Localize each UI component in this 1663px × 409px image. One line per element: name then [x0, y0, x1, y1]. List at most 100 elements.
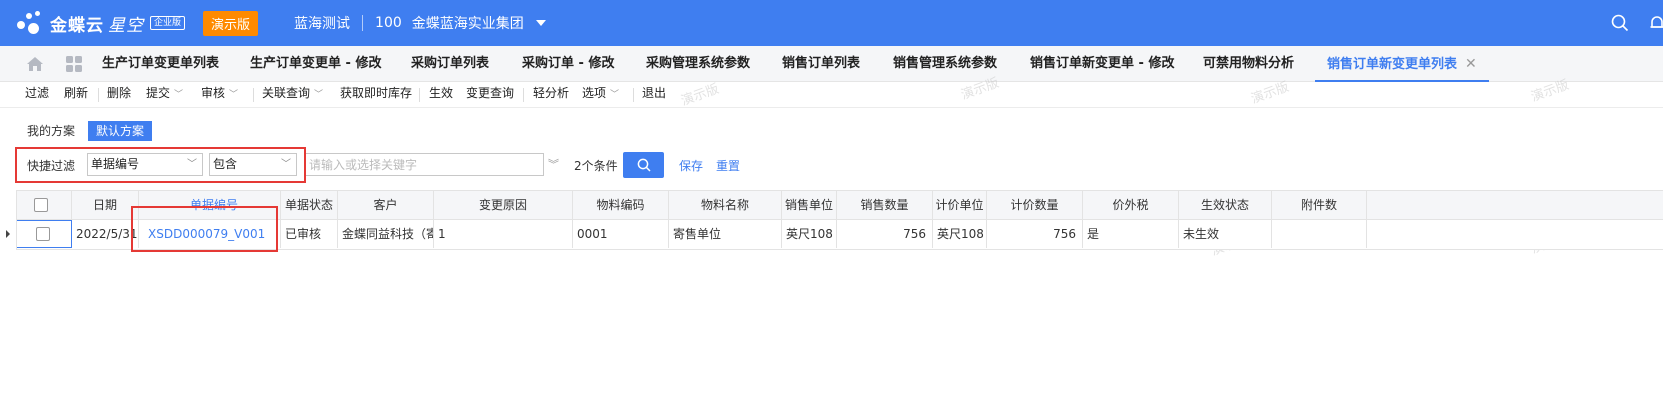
submit-button[interactable]: 提交 ﹀: [146, 82, 183, 108]
table-row[interactable]: 2022/5/31 XSDD000079_V001 已审核 金蝶同益科技（寄 1…: [16, 220, 1663, 250]
cell-sale-qty: 756: [837, 220, 933, 248]
toolbar-divider: [98, 88, 99, 102]
header-customer[interactable]: 客户: [338, 191, 434, 219]
cell-tax-excl: 是: [1083, 220, 1179, 248]
brand-logo: 金蝶云 星空 企业版: [14, 8, 186, 38]
submit-dropdown-icon[interactable]: ﹀: [174, 90, 183, 100]
keyword-input[interactable]: [304, 153, 544, 176]
reset-button[interactable]: 重置: [716, 157, 740, 174]
tab-so-change-list[interactable]: 销售订单新变更单列表 ✕: [1315, 46, 1489, 82]
cell-price-unit: 英尺108: [933, 220, 987, 248]
apps-grid-icon[interactable]: [66, 56, 82, 72]
tab-bar: 生产订单变更单列表 生产订单变更单 - 修改 采购订单列表 采购订单 - 修改 …: [0, 46, 1663, 82]
grid-left-border: [16, 190, 17, 250]
filter-operator-select[interactable]: 包含 ﹀: [209, 153, 297, 176]
light-analysis-button[interactable]: 轻分析: [533, 82, 569, 108]
brand-name: 金蝶云 星空: [50, 15, 144, 36]
cell-customer: 金蝶同益科技（寄: [338, 220, 434, 248]
options-button[interactable]: 选项 ﹀: [582, 82, 619, 108]
expand-conditions-icon[interactable]: ︾: [548, 156, 559, 172]
kingdee-logo-icon: [14, 8, 44, 38]
related-query-dropdown-icon[interactable]: ﹀: [314, 90, 323, 100]
tab-po-list[interactable]: 采购订单列表: [411, 46, 489, 82]
options-label: 选项: [582, 86, 607, 100]
filter-field-select[interactable]: 单据编号 ﹀: [87, 153, 203, 176]
change-query-button[interactable]: 变更查询: [466, 82, 514, 108]
global-search-icon[interactable]: [1611, 14, 1629, 32]
tab-so-list[interactable]: 销售订单列表: [782, 46, 860, 82]
delete-button[interactable]: 删除: [107, 82, 131, 108]
org-name[interactable]: 蓝海测试: [294, 13, 350, 33]
org-separator: [362, 15, 364, 31]
org-group-name[interactable]: 金蝶蓝海实业集团: [412, 13, 524, 33]
my-scheme-tab[interactable]: 我的方案: [27, 121, 75, 141]
condition-count[interactable]: 2个条件: [574, 157, 618, 174]
quick-filter-label: 快捷过滤: [27, 159, 76, 173]
toolbar-divider: [253, 88, 254, 102]
cell-price-qty: 756: [987, 220, 1083, 248]
related-query-label: 关联查询: [262, 86, 311, 100]
header-price-qty[interactable]: 计价数量: [987, 191, 1083, 219]
chevron-down-icon: ﹀: [187, 159, 197, 170]
related-query-button[interactable]: 关联查询 ﹀: [262, 82, 323, 108]
cell-bill-no[interactable]: XSDD000079_V001: [139, 220, 281, 248]
search-button[interactable]: [623, 152, 664, 178]
tab-purchase-params[interactable]: 采购管理系统参数: [646, 46, 750, 82]
header-material-code[interactable]: 物料编码: [573, 191, 669, 219]
filter-field-value: 单据编号: [91, 157, 140, 171]
action-toolbar: 过滤 刷新 删除 提交 ﹀ 审核 ﹀ 关联查询 ﹀ 获取即时库存 生效 变更查询 轻分…: [0, 82, 1663, 108]
header-price-unit[interactable]: 计价单位: [933, 191, 987, 219]
filter-button[interactable]: 过滤: [25, 82, 49, 108]
header-effect-status[interactable]: 生效状态: [1179, 191, 1272, 219]
header-bill-no[interactable]: 单据编号: [139, 191, 281, 219]
header-tax-excl[interactable]: 价外税: [1083, 191, 1179, 219]
close-tab-icon[interactable]: ✕: [1465, 56, 1477, 72]
toolbar-divider: [523, 88, 524, 102]
audit-button[interactable]: 审核 ﹀: [201, 82, 238, 108]
toolbar-divider: [633, 88, 634, 102]
cell-date: 2022/5/31: [72, 220, 139, 248]
save-scheme-button[interactable]: 保存: [679, 157, 703, 174]
notification-icon[interactable]: [1648, 14, 1663, 32]
cell-reason: 1: [434, 220, 573, 248]
audit-dropdown-icon[interactable]: ﹀: [229, 90, 238, 100]
header-status[interactable]: 单据状态: [281, 191, 338, 219]
header-reason[interactable]: 变更原因: [434, 191, 573, 219]
header-select-all[interactable]: [16, 191, 72, 219]
tab-sales-params[interactable]: 销售管理系统参数: [893, 46, 997, 82]
row-checkbox[interactable]: [36, 227, 50, 241]
tab-po-edit[interactable]: 采购订单 - 修改: [522, 46, 614, 82]
org-dropdown-icon[interactable]: [535, 20, 546, 26]
cell-effect-status: 未生效: [1179, 220, 1272, 248]
cell-sale-unit: 英尺108: [782, 220, 837, 248]
toolbar-divider: [419, 88, 420, 102]
tab-mo-change-edit[interactable]: 生产订单变更单 - 修改: [250, 46, 381, 82]
header-date[interactable]: 日期: [72, 191, 139, 219]
cell-status: 已审核: [281, 220, 338, 248]
tab-mo-change-list[interactable]: 生产订单变更单列表: [102, 46, 219, 82]
effect-button[interactable]: 生效: [429, 82, 453, 108]
tab-disable-material-analysis[interactable]: 可禁用物料分析: [1203, 46, 1294, 82]
grid-header: 日期 单据编号 单据状态 客户 变更原因 物料编码 物料名称 销售单位 销售数量…: [16, 190, 1663, 220]
top-bar: 金蝶云 星空 企业版 演示版 蓝海测试 100 金蝶蓝海实业集团: [0, 0, 1663, 46]
submit-label: 提交: [146, 86, 171, 100]
search-icon: [637, 158, 651, 172]
header-sale-qty[interactable]: 销售数量: [837, 191, 933, 219]
row-select-cell[interactable]: [16, 220, 72, 248]
header-attachments[interactable]: 附件数: [1272, 191, 1367, 219]
current-row-indicator-icon: [6, 230, 10, 238]
header-material-name[interactable]: 物料名称: [669, 191, 782, 219]
refresh-button[interactable]: 刷新: [64, 82, 88, 108]
audit-label: 审核: [201, 86, 226, 100]
options-dropdown-icon[interactable]: ﹀: [610, 90, 619, 100]
get-stock-button[interactable]: 获取即时库存: [340, 82, 412, 108]
exit-button[interactable]: 退出: [642, 82, 666, 108]
chevron-down-icon: ﹀: [281, 159, 291, 170]
filter-operator-value: 包含: [213, 157, 238, 171]
header-sale-unit[interactable]: 销售单位: [782, 191, 837, 219]
default-scheme-tab[interactable]: 默认方案: [88, 121, 153, 141]
select-all-checkbox[interactable]: [34, 198, 48, 212]
tab-so-change-edit[interactable]: 销售订单新变更单 - 修改: [1030, 46, 1174, 82]
home-icon[interactable]: [26, 56, 44, 72]
org-code[interactable]: 100: [375, 15, 402, 31]
